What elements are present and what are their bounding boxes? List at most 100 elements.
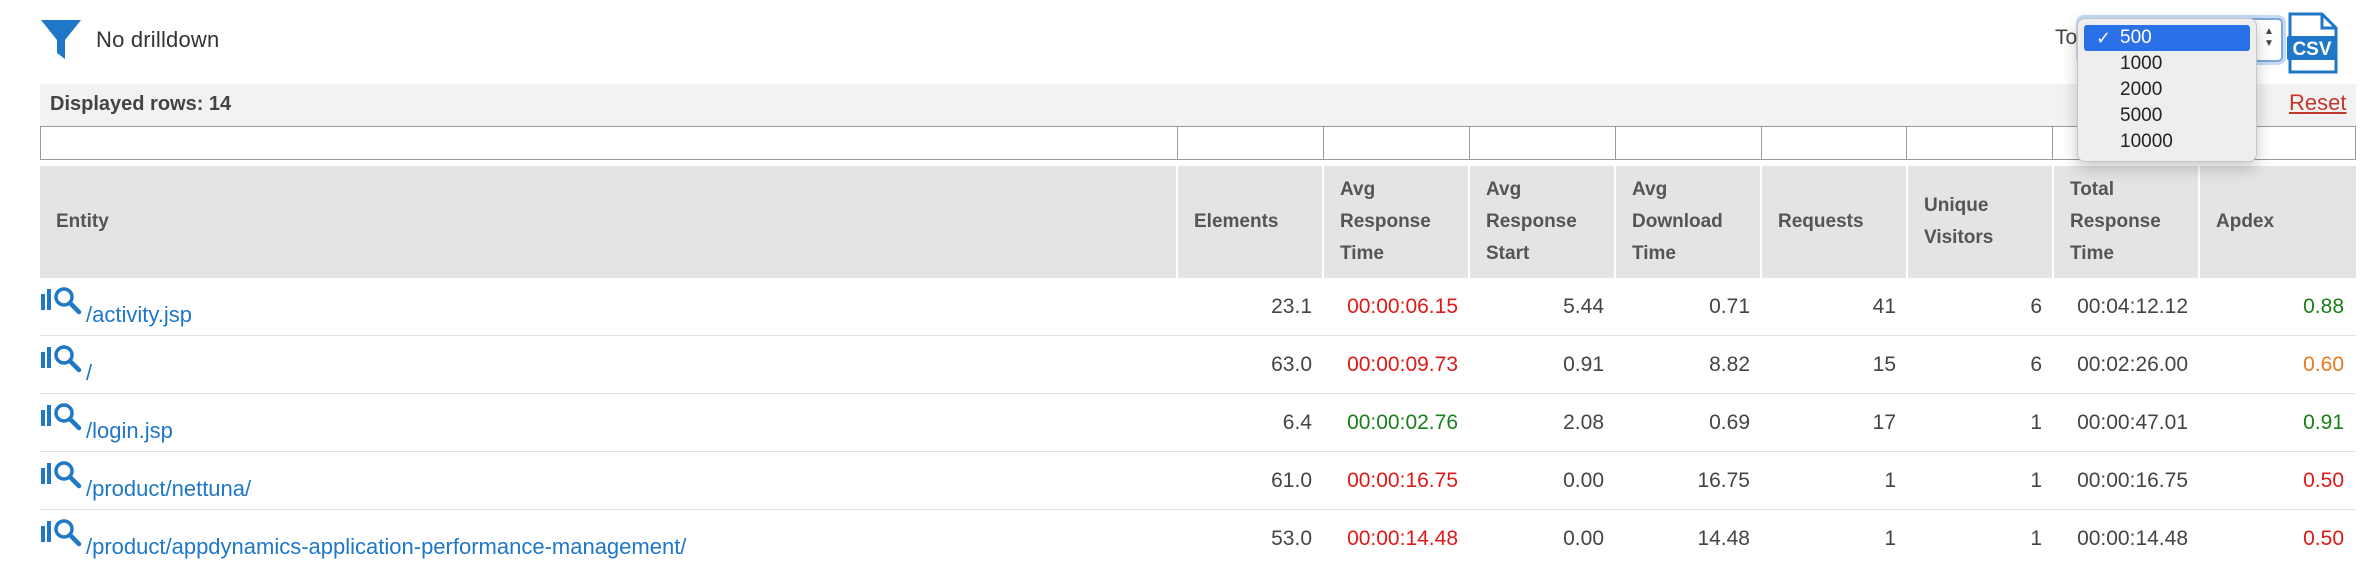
- option-label: 2000: [2120, 79, 2163, 100]
- cell-requests: 15: [1872, 352, 1896, 376]
- column-header-requests[interactable]: Requests: [1762, 166, 1908, 278]
- table-row: / 63.0 00:00:09.73 0.91 8.82 15 6 00:02:…: [40, 336, 2356, 394]
- toolbar: No drilldown To ▲ ▼ ✓ 500 1000 2000 5000 …: [0, 0, 2376, 162]
- analyze-magnifier-icon[interactable]: [40, 286, 82, 316]
- top-n-label: To: [2055, 26, 2077, 50]
- option-label: 5000: [2120, 105, 2163, 126]
- filter-input-elements[interactable]: [1178, 127, 1324, 159]
- filter-input-unique-visitors[interactable]: [1907, 127, 2054, 159]
- cell-entity: /login.jsp: [40, 394, 1178, 451]
- top-n-label-text: To: [2055, 26, 2078, 49]
- cell-apdex: 0.50: [2303, 526, 2344, 550]
- table-row: /product/appdynamics-application-perform…: [40, 510, 2356, 562]
- cell-apdex: 0.50: [2303, 468, 2344, 492]
- column-header-label: Elements: [1194, 211, 1279, 232]
- cell-unique-visitors: 1: [2030, 410, 2042, 434]
- cell-requests: 1: [1884, 468, 1896, 492]
- table-row: /product/nettuna/ 61.0 00:00:16.75 0.00 …: [40, 452, 2356, 510]
- checkmark-icon: ✓: [2096, 28, 2112, 48]
- csv-export-icon[interactable]: CSV: [2286, 12, 2338, 74]
- displayed-rows-count: Displayed rows: 14: [50, 93, 232, 115]
- table-header: Entity Elements Avg Response Time Avg Re…: [40, 166, 2356, 278]
- cell-avg-response-start: 0.00: [1563, 468, 1604, 492]
- column-header-label: Total Response Time: [2070, 179, 2161, 264]
- filter-input-entity[interactable]: [41, 127, 1179, 159]
- cell-total-response-time: 00:00:14.48: [2077, 526, 2188, 550]
- table-body: /activity.jsp 23.1 00:00:06.15 5.44 0.71…: [40, 278, 2356, 562]
- reset-link[interactable]: Reset: [2289, 90, 2346, 116]
- analyze-magnifier-icon[interactable]: [40, 460, 82, 490]
- column-header-label: Avg Download Time: [1632, 179, 1723, 264]
- csv-label: CSV: [2292, 39, 2331, 60]
- option-label: 1000: [2120, 53, 2163, 74]
- row-limit-option[interactable]: ✓ 500: [2084, 25, 2250, 51]
- column-header-elements[interactable]: Elements: [1178, 166, 1324, 278]
- table-row: /activity.jsp 23.1 00:00:06.15 5.44 0.71…: [40, 278, 2356, 336]
- filter-input-avg-response-start[interactable]: [1469, 127, 1616, 159]
- cell-total-response-time: 00:00:47.01: [2077, 410, 2188, 434]
- cell-avg-response-time: 00:00:14.48: [1347, 526, 1458, 550]
- cell-total-response-time: 00:00:16.75: [2077, 468, 2188, 492]
- cell-apdex: 0.91: [2303, 410, 2344, 434]
- row-limit-option[interactable]: 5000: [2078, 103, 2256, 129]
- entity-link[interactable]: /: [86, 360, 92, 386]
- cell-unique-visitors: 1: [2030, 526, 2042, 550]
- select-stepper-icon[interactable]: ▲ ▼: [2261, 26, 2277, 52]
- drilldown-indicator[interactable]: No drilldown: [40, 18, 219, 62]
- summary-bar: Displayed rows: 14: [40, 84, 2356, 126]
- column-filter-row: [40, 126, 2356, 160]
- option-label: 500: [2120, 27, 2152, 48]
- row-limit-dropdown[interactable]: ✓ 500 1000 2000 5000 10000: [2077, 18, 2257, 162]
- entity-link[interactable]: /product/nettuna/: [86, 476, 251, 502]
- entity-link[interactable]: /activity.jsp: [86, 302, 192, 328]
- cell-entity: /: [40, 336, 1178, 393]
- cell-avg-response-time: 00:00:09.73: [1347, 352, 1458, 376]
- filter-icon[interactable]: [40, 18, 82, 62]
- cell-avg-download-time: 8.82: [1709, 352, 1750, 376]
- cell-requests: 41: [1872, 294, 1896, 318]
- cell-avg-response-start: 0.00: [1563, 526, 1604, 550]
- column-header-avg-response-start[interactable]: Avg Response Start: [1470, 166, 1616, 278]
- column-header-avg-download-time[interactable]: Avg Download Time: [1616, 166, 1762, 278]
- cell-requests: 1: [1884, 526, 1896, 550]
- cell-elements: 61.0: [1271, 468, 1312, 492]
- cell-entity: /product/appdynamics-application-perform…: [40, 510, 1178, 562]
- cell-unique-visitors: 6: [2030, 294, 2042, 318]
- entity-link[interactable]: /product/appdynamics-application-perform…: [86, 534, 686, 560]
- cell-avg-download-time: 0.71: [1709, 294, 1750, 318]
- filter-input-requests[interactable]: [1761, 127, 1908, 159]
- entity-link[interactable]: /login.jsp: [86, 418, 173, 444]
- cell-total-response-time: 00:02:26.00: [2077, 352, 2188, 376]
- cell-avg-response-start: 2.08: [1563, 410, 1604, 434]
- row-limit-option[interactable]: 10000: [2078, 129, 2256, 155]
- table-row: /login.jsp 6.4 00:00:02.76 2.08 0.69 17 …: [40, 394, 2356, 452]
- cell-unique-visitors: 1: [2030, 468, 2042, 492]
- column-header-label: Unique Visitors: [1924, 195, 1994, 248]
- analyze-magnifier-icon[interactable]: [40, 402, 82, 432]
- column-header-label: Requests: [1778, 211, 1864, 232]
- analyze-magnifier-icon[interactable]: [40, 344, 82, 374]
- cell-avg-response-start: 0.91: [1563, 352, 1604, 376]
- cell-apdex: 0.60: [2303, 352, 2344, 376]
- cell-elements: 6.4: [1282, 410, 1312, 434]
- row-limit-option[interactable]: 1000: [2078, 51, 2256, 77]
- filter-input-avg-download-time[interactable]: [1615, 127, 1762, 159]
- column-header-label: Avg Response Time: [1340, 179, 1431, 264]
- column-header-avg-response-time[interactable]: Avg Response Time: [1324, 166, 1470, 278]
- cell-avg-download-time: 16.75: [1697, 468, 1750, 492]
- cell-requests: 17: [1872, 410, 1896, 434]
- filter-input-avg-response-time[interactable]: [1323, 127, 1470, 159]
- column-header-total-response-time[interactable]: Total Response Time: [2054, 166, 2200, 278]
- cell-avg-download-time: 14.48: [1697, 526, 1750, 550]
- column-header-apdex[interactable]: Apdex: [2200, 166, 2356, 278]
- row-limit-option[interactable]: 2000: [2078, 77, 2256, 103]
- analyze-magnifier-icon[interactable]: [40, 518, 82, 548]
- drilldown-label: No drilldown: [96, 27, 220, 52]
- cell-avg-response-time: 00:00:06.15: [1347, 294, 1458, 318]
- option-label: 10000: [2120, 131, 2173, 152]
- column-header-entity[interactable]: Entity: [40, 166, 1178, 278]
- column-header-label: Apdex: [2216, 211, 2275, 232]
- report-page: No drilldown To ▲ ▼ ✓ 500 1000 2000 5000 …: [0, 0, 2376, 562]
- column-header-unique-visitors[interactable]: Unique Visitors: [1908, 166, 2054, 278]
- cell-elements: 23.1: [1271, 294, 1312, 318]
